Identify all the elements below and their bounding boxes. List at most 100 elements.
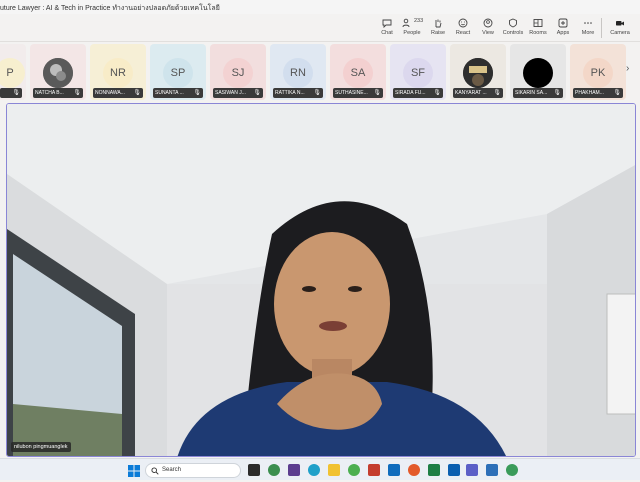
photos-icon[interactable]	[486, 464, 498, 476]
people-icon	[402, 18, 410, 28]
meet-app-icon[interactable]	[288, 464, 300, 476]
mic-muted-icon: 🎙	[613, 90, 621, 96]
mic-muted-icon: 🎙	[553, 90, 561, 96]
profile-photo-icon	[463, 58, 493, 88]
speaker-video-frame	[7, 104, 635, 456]
mic-muted-icon: 🎙	[133, 90, 141, 96]
apps-button[interactable]: Apps	[550, 16, 576, 40]
avatar	[43, 58, 73, 88]
participant-name-text: RATTIKA N...	[275, 90, 305, 96]
participant-tile[interactable]: SA SUTHASINE... 🎙	[330, 44, 386, 100]
avatar: PK	[583, 58, 613, 88]
participant-tile[interactable]: KANYARAT ... 🎙	[450, 44, 506, 100]
hand-icon	[435, 19, 442, 28]
participant-name-text: KANYARAT ...	[455, 90, 487, 96]
controls-button[interactable]: Controls	[500, 16, 526, 40]
participant-name: RATTIKA N... 🎙	[273, 88, 323, 98]
mic-muted-icon: 🎙	[253, 90, 261, 96]
react-label: React	[455, 30, 471, 36]
participant-name: NATCHA B... 🎙	[33, 88, 83, 98]
participant-name-text: SASIWAN J...	[215, 90, 246, 96]
smiley-icon	[458, 18, 468, 28]
participant-tile[interactable]: NR NONNAWA... 🎙	[90, 44, 146, 100]
participant-tile[interactable]: SIKARIN SA... 🎙	[510, 44, 566, 100]
participant-name: SASIWAN J... 🎙	[213, 88, 263, 98]
word-icon[interactable]	[388, 464, 400, 476]
widgets-icon[interactable]	[268, 464, 280, 476]
participant-tile[interactable]: SF SIRADA FU... 🎙	[390, 44, 446, 100]
camera-icon	[616, 21, 624, 26]
speaker-name-label: nilubon pingmuanglek	[11, 442, 71, 452]
edge-browser-icon[interactable]	[308, 464, 320, 476]
chevron-right-icon[interactable]: ›	[626, 63, 629, 74]
powerpoint-icon[interactable]	[368, 464, 380, 476]
window-title: uture Lawyer : AI & Tech in Practice ทำง…	[0, 0, 640, 14]
avatar	[463, 58, 493, 88]
main-video[interactable]: nilubon pingmuanglek	[6, 103, 636, 457]
participant-name-text: SUTHASINE...	[335, 90, 368, 96]
avatar: P	[0, 58, 25, 88]
avatar: SA	[343, 58, 373, 88]
mic-muted-icon: 🎙	[193, 90, 201, 96]
raise-hand-button[interactable]: Raise	[425, 16, 451, 40]
participant-name-text: SIRADA FU...	[395, 90, 426, 96]
participant-name: SUTHASINE... 🎙	[333, 88, 383, 98]
rooms-label: Rooms	[529, 30, 547, 36]
rooms-icon	[533, 19, 543, 27]
avatar: RN	[283, 58, 313, 88]
chrome-browser-icon[interactable]	[348, 464, 360, 476]
excel-icon[interactable]	[428, 464, 440, 476]
rooms-button[interactable]: Rooms	[525, 16, 551, 40]
mic-muted-icon: 🎙	[12, 90, 20, 96]
participant-strip: P 🎙 NATCHA B... 🎙 NR NONNAWA... 🎙 SP SUNAN…	[0, 43, 640, 100]
task-view-icon[interactable]	[248, 464, 260, 476]
view-icon	[483, 18, 493, 28]
avatar: SP	[163, 58, 193, 88]
controls-label: Controls	[502, 30, 524, 36]
chat-label: Chat	[381, 30, 393, 36]
teams-icon[interactable]	[466, 464, 478, 476]
mic-muted-icon: 🎙	[373, 90, 381, 96]
more-button[interactable]: More	[575, 16, 601, 40]
avatar: SJ	[223, 58, 253, 88]
mic-muted-icon: 🎙	[313, 90, 321, 96]
apps-label: Apps	[556, 30, 570, 36]
react-button[interactable]: React	[450, 16, 476, 40]
participant-tile[interactable]: RN RATTIKA N... 🎙	[270, 44, 326, 100]
participant-name-text: SIKARIN SA...	[515, 90, 548, 96]
firefox-browser-icon[interactable]	[408, 464, 420, 476]
search-icon	[151, 467, 159, 475]
participant-name: SIRADA FU... 🎙	[393, 88, 443, 98]
plus-icon	[558, 18, 568, 28]
participant-name: KANYARAT ... 🎙	[453, 88, 503, 98]
participant-name: SUNANTA ... 🎙	[153, 88, 203, 98]
avatar	[523, 58, 553, 88]
profile-photo-icon	[43, 58, 73, 88]
file-explorer-icon[interactable]	[328, 464, 340, 476]
view-button[interactable]: View	[475, 16, 501, 40]
participant-name: SIKARIN SA... 🎙	[513, 88, 563, 98]
participant-name: 🎙	[0, 88, 22, 98]
people-button[interactable]: 233 People	[398, 16, 426, 40]
more-label: More	[581, 30, 595, 36]
windows-start-icon[interactable]	[128, 464, 140, 477]
meeting-toolbar: Chat 233 People Raise React View Control…	[0, 14, 640, 42]
outlook-icon[interactable]	[448, 464, 460, 476]
participant-tile[interactable]: P 🎙	[0, 44, 26, 100]
chat-button[interactable]: Chat	[374, 16, 400, 40]
participant-name-text: NATCHA B...	[35, 90, 64, 96]
taskbar-search-box[interactable]: Search	[145, 463, 241, 478]
mic-muted-icon: 🎙	[433, 90, 441, 96]
camera-button[interactable]: Camera	[607, 16, 633, 40]
more-icon	[584, 22, 592, 24]
app-icon[interactable]	[506, 464, 518, 476]
participant-tile[interactable]: SJ SASIWAN J... 🎙	[210, 44, 266, 100]
people-label: People	[403, 30, 421, 36]
participant-tile[interactable]: NATCHA B... 🎙	[30, 44, 86, 100]
os-taskbar: Search	[0, 458, 640, 480]
view-label: View	[482, 30, 494, 36]
participant-tile[interactable]: SP SUNANTA ... 🎙	[150, 44, 206, 100]
participant-tile[interactable]: PK PHAKHAM... 🎙	[570, 44, 626, 100]
avatar: SF	[403, 58, 433, 88]
avatar: NR	[103, 58, 133, 88]
